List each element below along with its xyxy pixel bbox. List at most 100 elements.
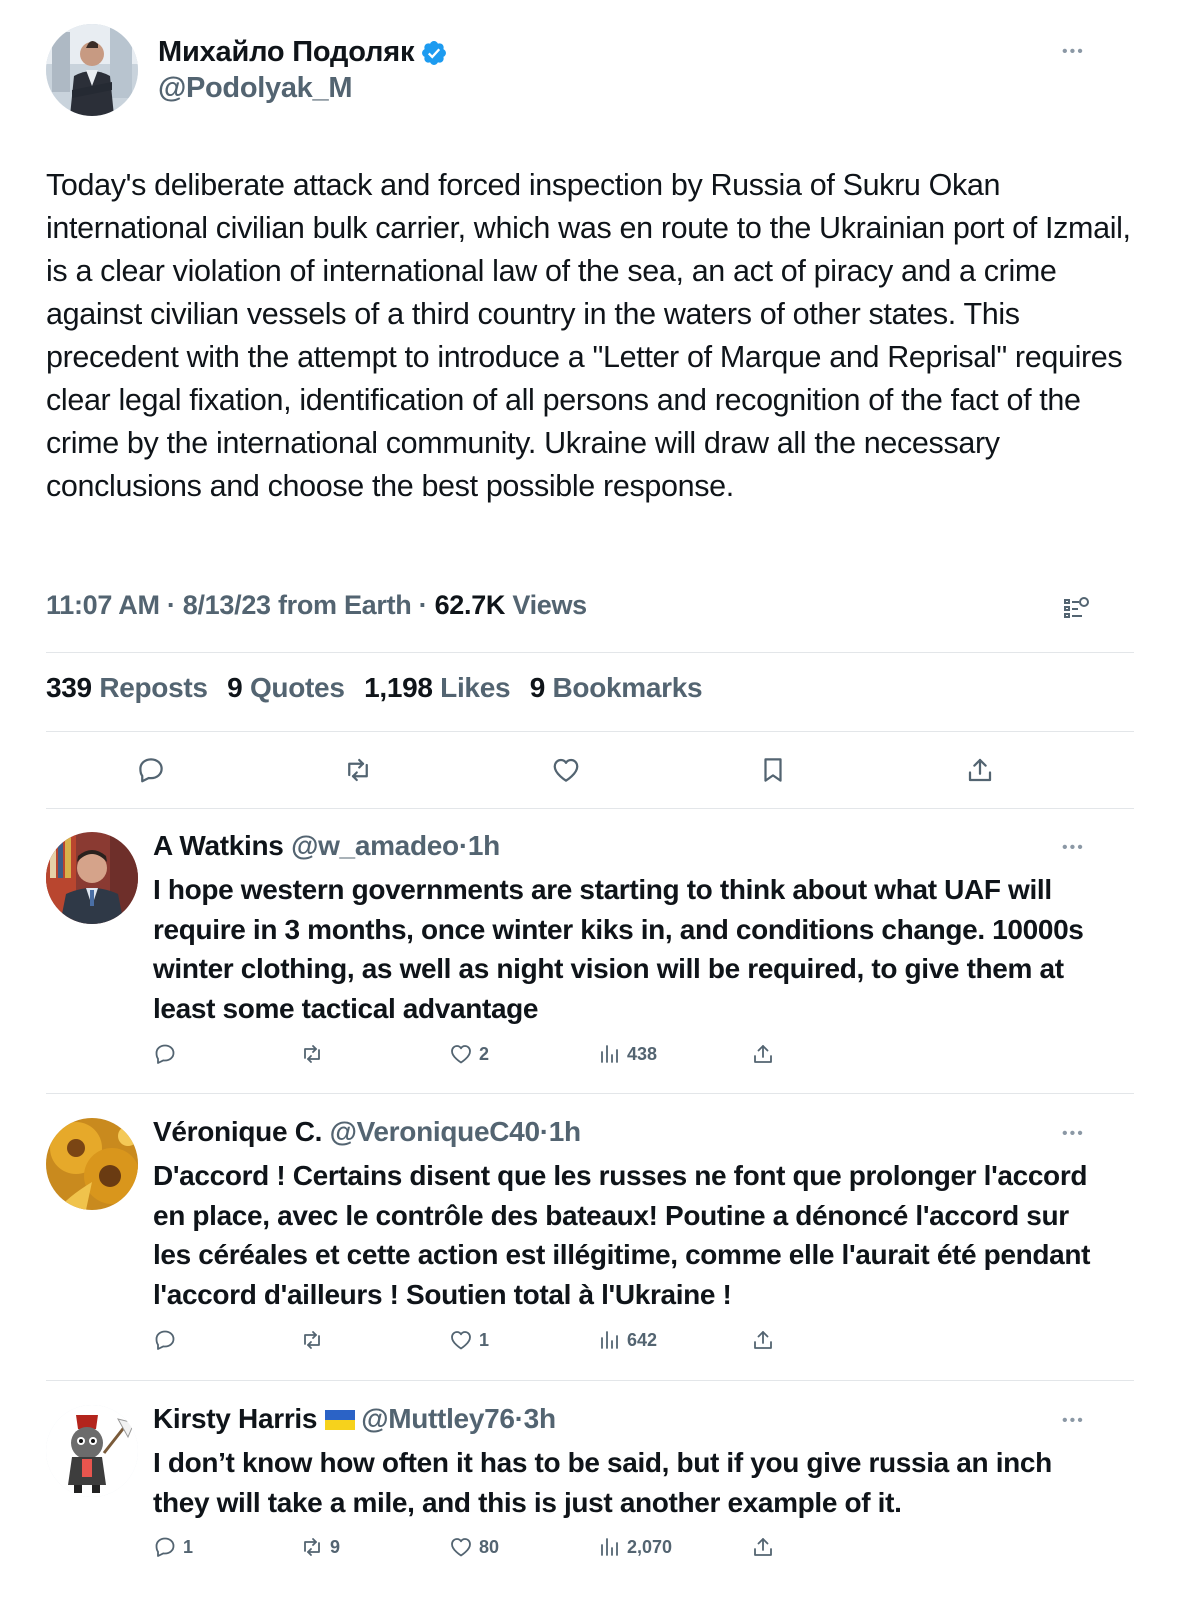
reply-time[interactable]: 1h xyxy=(468,830,500,861)
verified-badge-icon xyxy=(422,40,447,65)
reply-author-name[interactable]: A Watkins xyxy=(153,830,284,861)
repost-button[interactable] xyxy=(300,1328,330,1352)
reply-icon xyxy=(155,1537,175,1557)
more-options-icon[interactable]: ••• xyxy=(1062,44,1088,60)
author-name-row: Михайло Подоляк xyxy=(158,36,448,69)
more-options-icon[interactable]: ••• xyxy=(1062,1126,1088,1142)
reply-actions: 1 642 xyxy=(153,1328,853,1356)
tweet-date[interactable]: 8/13/23 from Earth xyxy=(183,590,412,620)
author-name[interactable]: Михайло Подоляк xyxy=(158,36,415,69)
reply-icon xyxy=(139,758,163,783)
like-count: 1 xyxy=(479,1329,490,1350)
views-count: 642 xyxy=(627,1329,658,1350)
like-icon xyxy=(553,758,579,782)
meta-separator: · xyxy=(166,590,176,620)
reply-tweet[interactable]: Kirsty Harris @Muttley76·3h ••• I don’t k… xyxy=(46,1381,1134,1600)
share-button[interactable] xyxy=(751,1042,781,1066)
tweet-text: Today's deliberate attack and forced ins… xyxy=(46,168,1131,503)
views-count: 2,070 xyxy=(627,1536,673,1557)
repost-button[interactable] xyxy=(336,748,380,792)
reply-actions: 1 9 80 2,070 xyxy=(153,1535,853,1563)
repost-icon xyxy=(304,1045,320,1063)
views-icon xyxy=(601,1045,618,1063)
like-icon xyxy=(451,1331,471,1350)
reply-author-handle[interactable]: @VeroniqueC40 xyxy=(330,1116,540,1147)
meta-separator: · xyxy=(514,1403,524,1434)
views-label: Views xyxy=(512,590,587,620)
meta-separator: · xyxy=(418,590,428,620)
divider xyxy=(46,731,1134,732)
repost-button[interactable] xyxy=(300,1042,330,1066)
reply-text: I hope western governments are starting … xyxy=(153,874,1084,1024)
reply-text: I don’t know how often it has to be said… xyxy=(153,1447,1052,1518)
bookmark-button[interactable] xyxy=(751,748,795,792)
bookmarks-stat[interactable]: 9 Bookmarks xyxy=(530,672,703,703)
reply-count: 1 xyxy=(183,1536,194,1557)
reply-author-name[interactable]: Véronique C. xyxy=(153,1116,322,1147)
reply-icon xyxy=(155,1330,175,1350)
tweet-time[interactable]: 11:07 AM xyxy=(46,590,160,620)
reply-author-handle[interactable]: @w_amadeo xyxy=(291,830,459,861)
reply-avatar[interactable] xyxy=(46,1405,138,1497)
share-button[interactable] xyxy=(751,1328,781,1352)
author-avatar[interactable] xyxy=(46,24,138,116)
analytics-icon[interactable] xyxy=(1062,594,1092,624)
reply-header: A Watkins @w_amadeo·1h xyxy=(153,830,500,862)
views-button[interactable]: 438 xyxy=(597,1042,657,1066)
reply-time[interactable]: 3h xyxy=(524,1403,556,1434)
reply-button[interactable] xyxy=(129,748,173,792)
meta-separator: · xyxy=(458,830,468,861)
tweet-meta: 11:07 AM · 8/13/23 from Earth · 62.7K Vi… xyxy=(46,590,587,621)
reply-icon xyxy=(155,1044,175,1064)
like-button[interactable] xyxy=(544,748,588,792)
reply-time[interactable]: 1h xyxy=(549,1116,581,1147)
repost-button[interactable]: 9 xyxy=(300,1535,340,1559)
reply-avatar[interactable] xyxy=(46,1118,138,1210)
repost-icon xyxy=(304,1538,320,1556)
like-count: 80 xyxy=(479,1536,500,1557)
engagement-stats: 339 Reposts 9 Quotes 1,198 Likes 9 Bookm… xyxy=(46,672,714,704)
quotes-stat[interactable]: 9 Quotes xyxy=(227,672,345,703)
share-icon xyxy=(754,1045,772,1063)
like-icon xyxy=(451,1045,471,1064)
reply-author-handle[interactable]: @Muttley76 xyxy=(361,1403,515,1434)
views-count: 62.7K xyxy=(434,590,506,620)
more-options-icon[interactable]: ••• xyxy=(1062,840,1088,856)
author-handle[interactable]: @Podolyak_M xyxy=(158,72,353,105)
reply-button[interactable] xyxy=(153,1328,183,1352)
reply-button[interactable]: 1 xyxy=(153,1535,193,1559)
views-icon xyxy=(601,1331,618,1349)
bookmark-icon xyxy=(764,758,782,782)
reply-tweet[interactable]: A Watkins @w_amadeo·1h ••• I hope wester… xyxy=(46,808,1134,1094)
views-button[interactable]: 2,070 xyxy=(597,1535,672,1559)
reply-text: D'accord ! Certains disent que les russe… xyxy=(153,1160,1091,1310)
reply-button[interactable] xyxy=(153,1042,183,1066)
meta-separator: · xyxy=(539,1116,549,1147)
views-count: 438 xyxy=(627,1043,658,1064)
like-button[interactable]: 2 xyxy=(449,1042,489,1066)
share-icon xyxy=(754,1331,772,1349)
reply-header: Kirsty Harris @Muttley76·3h xyxy=(153,1403,556,1435)
like-icon xyxy=(451,1538,471,1557)
like-count: 2 xyxy=(479,1043,490,1064)
reply-tweet[interactable]: Véronique C. @VeroniqueC40·1h ••• D'acco… xyxy=(46,1094,1134,1381)
like-button[interactable]: 1 xyxy=(449,1328,489,1352)
share-button[interactable] xyxy=(751,1535,781,1559)
share-icon xyxy=(968,758,992,782)
more-options-icon[interactable]: ••• xyxy=(1062,1413,1088,1429)
repost-count: 9 xyxy=(330,1536,341,1557)
share-button[interactable] xyxy=(958,748,1002,792)
share-icon xyxy=(754,1538,772,1556)
ukraine-flag-icon xyxy=(325,1410,356,1430)
tweet-actions xyxy=(46,748,1134,792)
views-button[interactable]: 642 xyxy=(597,1328,657,1352)
divider xyxy=(46,652,1134,653)
repost-icon xyxy=(304,1331,320,1349)
reposts-stat[interactable]: 339 Reposts xyxy=(46,672,208,703)
reply-avatar[interactable] xyxy=(46,832,138,924)
like-button[interactable]: 80 xyxy=(449,1535,499,1559)
reply-header: Véronique C. @VeroniqueC40·1h xyxy=(153,1116,581,1148)
likes-stat[interactable]: 1,198 Likes xyxy=(364,672,510,703)
views-icon xyxy=(601,1538,618,1556)
reply-author-name[interactable]: Kirsty Harris xyxy=(153,1403,317,1434)
